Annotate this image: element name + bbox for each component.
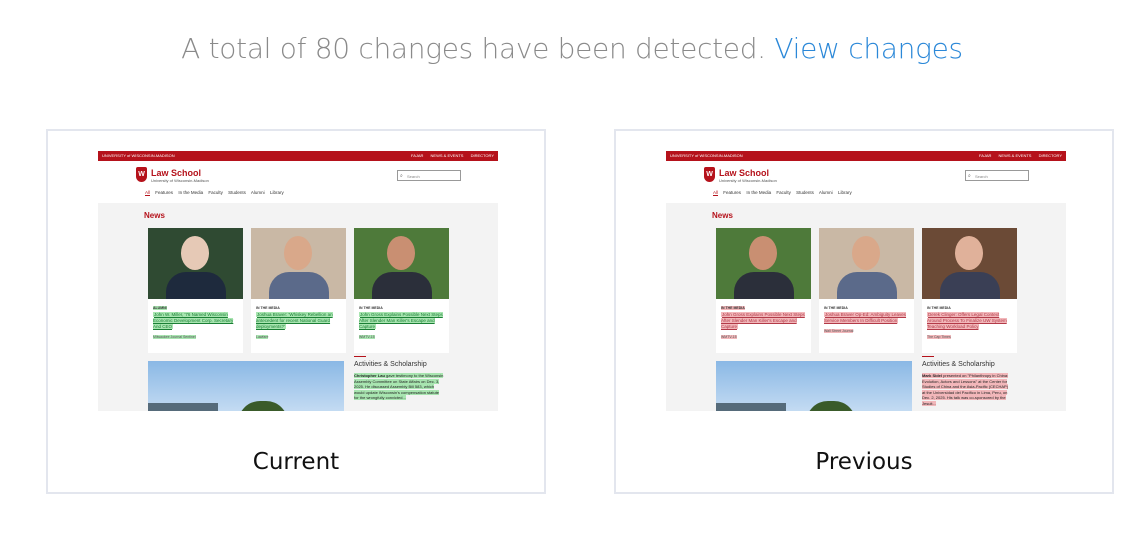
- site-topbar: UNIVERSITY of WISCONSIN-MADISON FAJAR NE…: [666, 151, 1066, 161]
- tab-features: Features: [723, 190, 742, 195]
- tile-kicker: IN THE MEDIA: [721, 306, 745, 310]
- tab-in-the-media: In the Media: [746, 190, 772, 195]
- site-title: Law School: [719, 168, 770, 178]
- topbar-link: DIRECTORY: [1038, 153, 1062, 158]
- site-title: Law School: [151, 168, 202, 178]
- activities-body: Mark Sidel presented on "Philanthropy in…: [922, 373, 1012, 407]
- site-subtitle: University of Wisconsin-Madison: [719, 178, 777, 183]
- tile-source: Milwaukee Journal Sentinel: [153, 335, 196, 339]
- tab-alumni: Alumni: [250, 190, 265, 195]
- tab-students: Students: [228, 190, 246, 195]
- tab-in-the-media: In the Media: [178, 190, 204, 195]
- tile-source: Lawfare: [256, 335, 269, 339]
- tile-kicker: IN THE MEDIA: [359, 306, 383, 310]
- site-header: W Law School University of Wisconsin-Mad…: [98, 161, 498, 203]
- site-search: ⌕ Search: [397, 170, 461, 181]
- news-tile: IN THE MEDIA Joshua Braver: 'Whiskey Reb…: [251, 228, 346, 353]
- crest-icon: W: [136, 167, 147, 182]
- divider: [354, 356, 366, 357]
- tab-students: Students: [796, 190, 814, 195]
- current-screenshot: UNIVERSITY of WISCONSIN-MADISON FAJAR NE…: [98, 151, 498, 411]
- search-placeholder: Search: [975, 174, 988, 179]
- activities-text: presented on "Philanthropy in China: Evo…: [922, 373, 1009, 406]
- site-tabs: All Features In the Media Faculty Studen…: [713, 190, 856, 196]
- activities-name: Mark Sidel: [922, 373, 943, 378]
- news-photo: [148, 228, 243, 299]
- tile-title: John Gross Explains Possible Next Steps …: [359, 312, 443, 329]
- topbar-university: UNIVERSITY of WISCONSIN-MADISON: [670, 153, 743, 158]
- tile-title: Derek Clinger: Offers Legal Context Arou…: [927, 312, 1007, 329]
- topbar-university: UNIVERSITY of WISCONSIN-MADISON: [102, 153, 175, 158]
- news-tile: ALUMNI John W. Miller, '76 Named Wiscons…: [148, 228, 243, 353]
- tile-kicker: ALUMNI: [153, 306, 167, 310]
- news-photo: [251, 228, 346, 299]
- tile-title: John W. Miller, '76 Named Wisconsin Econ…: [153, 312, 234, 329]
- news-tile: IN THE MEDIA Joshua Braver Op-Ed: Ambigu…: [819, 228, 914, 353]
- tile-source: The Cap Times: [927, 335, 951, 339]
- news-heading: News: [144, 211, 165, 220]
- tab-alumni: Alumni: [818, 190, 833, 195]
- search-icon: ⌕: [400, 173, 403, 179]
- previous-label: Previous: [815, 449, 913, 475]
- search-icon: ⌕: [968, 173, 971, 179]
- tab-all: All: [713, 190, 719, 196]
- news-photo: [716, 228, 811, 299]
- news-tile: IN THE MEDIA Derek Clinger: Offers Legal…: [922, 228, 1017, 353]
- tab-library: Library: [837, 190, 852, 195]
- news-photo: [819, 228, 914, 299]
- tile-source: WMTV-15: [721, 335, 737, 339]
- news-photo: [354, 228, 449, 299]
- view-changes-link[interactable]: View changes: [774, 32, 963, 65]
- news-heading: News: [712, 211, 733, 220]
- search-placeholder: Search: [407, 174, 420, 179]
- changes-summary: A total of 80 changes have been detected…: [0, 32, 1144, 65]
- site-search: ⌕ Search: [965, 170, 1029, 181]
- tile-source: WMTV-15: [359, 335, 375, 339]
- tile-title: John Gross Explains Possible Next Steps …: [721, 312, 805, 329]
- news-tile: IN THE MEDIA John Gross Explains Possibl…: [716, 228, 811, 353]
- topbar-link: FAJAR: [978, 153, 992, 158]
- activities-heading: Activities & Scholarship: [354, 361, 427, 368]
- crest-icon: W: [704, 167, 715, 182]
- topbar-link: DIRECTORY: [470, 153, 494, 158]
- previous-screenshot: UNIVERSITY of WISCONSIN-MADISON FAJAR NE…: [666, 151, 1066, 411]
- site-tabs: All Features In the Media Faculty Studen…: [145, 190, 288, 196]
- activities-heading: Activities & Scholarship: [922, 361, 995, 368]
- tile-source: Wall Street Journal: [824, 329, 854, 333]
- previous-snapshot-card[interactable]: UNIVERSITY of WISCONSIN-MADISON FAJAR NE…: [614, 129, 1114, 494]
- changes-summary-text: A total of 80 changes have been detected…: [181, 32, 766, 65]
- divider: [922, 356, 934, 357]
- site-subtitle: University of Wisconsin-Madison: [151, 178, 209, 183]
- tile-title: Joshua Braver: 'Whiskey Rebellion an ant…: [256, 312, 333, 329]
- site-header: W Law School University of Wisconsin-Mad…: [666, 161, 1066, 203]
- tile-kicker: IN THE MEDIA: [824, 306, 848, 310]
- tab-faculty: Faculty: [776, 190, 791, 195]
- feature-image: [148, 361, 344, 411]
- tab-features: Features: [155, 190, 174, 195]
- tab-library: Library: [269, 190, 284, 195]
- activities-body: Christopher Lau gave testimony to the Wi…: [354, 373, 444, 401]
- site-topbar: UNIVERSITY of WISCONSIN-MADISON FAJAR NE…: [98, 151, 498, 161]
- news-tile: IN THE MEDIA John Gross Explains Possibl…: [354, 228, 449, 353]
- tile-kicker: IN THE MEDIA: [256, 306, 280, 310]
- tile-kicker: IN THE MEDIA: [927, 306, 951, 310]
- topbar-link: NEWS & EVENTS: [430, 153, 464, 158]
- feature-image: [716, 361, 912, 411]
- current-snapshot-card[interactable]: UNIVERSITY of WISCONSIN-MADISON FAJAR NE…: [46, 129, 546, 494]
- activities-name: Christopher Lau: [354, 373, 385, 378]
- topbar-link: FAJAR: [410, 153, 424, 158]
- current-label: Current: [252, 449, 340, 475]
- topbar-link: NEWS & EVENTS: [998, 153, 1032, 158]
- tab-faculty: Faculty: [208, 190, 223, 195]
- tab-all: All: [145, 190, 151, 196]
- news-photo: [922, 228, 1017, 299]
- tile-title: Joshua Braver Op-Ed: Ambiguity Leaves Se…: [824, 312, 907, 323]
